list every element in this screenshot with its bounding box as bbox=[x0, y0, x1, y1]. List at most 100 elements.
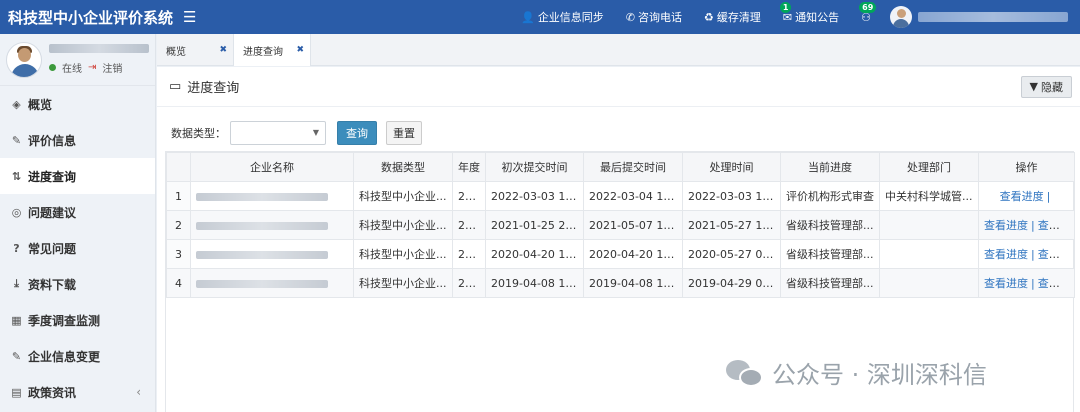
avatar[interactable] bbox=[890, 6, 912, 28]
query-button[interactable]: 查询 bbox=[337, 121, 377, 145]
filter-icon: ▼ bbox=[1029, 80, 1038, 93]
table-row[interactable]: 3 科技型中小企业... 20... 2020-04-20 15:... 202… bbox=[166, 239, 1075, 269]
cell-year: 20... bbox=[452, 181, 486, 211]
page-title: 进度查询 bbox=[187, 81, 240, 96]
top-nav: 👤 企业信息同步 ✆ 咨询电话 ♻ 缓存清理 1 ✉ 通知公告 69 ⚇ bbox=[510, 0, 1080, 34]
col-header[interactable]: 企业名称 bbox=[190, 152, 354, 182]
sidebar-item-faq[interactable]: ? 常见问题 bbox=[0, 230, 155, 266]
recycle-icon: ♻ bbox=[704, 10, 714, 24]
cell-dept bbox=[879, 210, 979, 240]
sync-company-info-link[interactable]: 👤 企业信息同步 bbox=[510, 0, 615, 34]
view-link[interactable]: 查看... bbox=[1038, 219, 1071, 232]
tab-progress-query[interactable]: 进度查询 ✖ bbox=[234, 34, 311, 66]
cell-first-submit: 2020-04-20 15:... bbox=[485, 239, 584, 269]
hide-button-label: 隐藏 bbox=[1041, 80, 1063, 94]
online-status: 在线 bbox=[62, 64, 82, 75]
news-icon: ▤ bbox=[11, 385, 22, 399]
cell-last-submit: 2019-04-08 11:... bbox=[583, 268, 683, 298]
page-header: ▭ 进度查询 ▼ 隐藏 bbox=[157, 67, 1080, 107]
cell-handle-time: 2022-03-03 17:... bbox=[682, 181, 781, 211]
avatar bbox=[6, 41, 42, 78]
cell-handle-time: 2021-05-27 16:... bbox=[682, 210, 781, 240]
user-name-redacted bbox=[49, 44, 149, 53]
table-row[interactable]: 4 科技型中小企业... 20... 2019-04-08 11:... 201… bbox=[166, 268, 1075, 298]
cell-progress: 评价机构形式审查 bbox=[780, 181, 880, 211]
logout-icon[interactable]: ⇥ bbox=[88, 62, 96, 73]
sidebar-item-suggestions[interactable]: ◎ 问题建议 bbox=[0, 194, 155, 230]
cell-data-type: 科技型中小企业... bbox=[353, 268, 453, 298]
list-icon: ▭ bbox=[169, 79, 182, 94]
cell-first-submit: 2021-01-25 21:... bbox=[485, 210, 584, 240]
menu-toggle-icon[interactable]: ☰ bbox=[183, 8, 196, 26]
company-name-redacted bbox=[190, 239, 354, 269]
table-icon: ▦ bbox=[11, 313, 22, 327]
consult-phone-link[interactable]: ✆ 咨询电话 bbox=[615, 0, 693, 34]
sidebar-item-label: 概览 bbox=[28, 97, 53, 112]
col-header[interactable]: 处理部门 bbox=[879, 152, 979, 182]
tab-overview[interactable]: 概览 ✖ bbox=[157, 34, 234, 66]
company-name-redacted bbox=[190, 268, 354, 298]
cell-dept: 中关村科学城管... bbox=[879, 181, 979, 211]
progress-table: 企业名称 数据类型 年度 初次提交时间 最后提交时间 处理时间 当前进度 处理部… bbox=[165, 151, 1075, 412]
sidebar-item-company-info-change[interactable]: ✎ 企业信息变更 bbox=[0, 338, 155, 374]
reset-button[interactable]: 重置 bbox=[386, 121, 422, 145]
sidebar-item-label: 政策资讯 bbox=[28, 385, 77, 400]
sidebar-item-label: 季度调查监测 bbox=[28, 313, 101, 328]
col-header[interactable]: 当前进度 bbox=[780, 152, 880, 182]
company-name-redacted bbox=[190, 210, 354, 240]
col-header[interactable]: 数据类型 bbox=[353, 152, 453, 182]
sidebar-item-label: 常见问题 bbox=[28, 241, 77, 256]
tab-label: 进度查询 bbox=[243, 46, 283, 58]
top-bar: 科技型中小企业评价系统 ☰ 👤 企业信息同步 ✆ 咨询电话 ♻ 缓存清理 1 ✉… bbox=[0, 0, 1080, 34]
col-header bbox=[166, 152, 191, 182]
cell-last-submit: 2022-03-04 13:... bbox=[583, 181, 683, 211]
sidebar-item-quarterly-survey[interactable]: ▦ 季度调查监测 bbox=[0, 302, 155, 338]
cell-last-submit: 2020-04-20 15:... bbox=[583, 239, 683, 269]
cell-handle-time: 2020-05-27 09:... bbox=[682, 239, 781, 269]
cell-actions: 查看进度 | bbox=[978, 181, 1075, 211]
question-icon: ? bbox=[13, 241, 20, 255]
col-header[interactable]: 最后提交时间 bbox=[583, 152, 683, 182]
sidebar-item-overview[interactable]: ◈ 概览 bbox=[0, 86, 155, 122]
col-header[interactable]: 初次提交时间 bbox=[485, 152, 584, 182]
sidebar-item-policy-news[interactable]: ▤ 政策资讯 ‹ bbox=[0, 374, 155, 410]
hide-button[interactable]: ▼ 隐藏 bbox=[1020, 75, 1072, 98]
view-progress-link[interactable]: 查看进度 bbox=[984, 219, 1028, 232]
table-row[interactable]: 2 科技型中小企业... 20... 2021-01-25 21:... 202… bbox=[166, 210, 1075, 240]
edit-icon: ✎ bbox=[11, 133, 22, 147]
notice-link[interactable]: 1 ✉ 通知公告 bbox=[772, 0, 850, 34]
top-item-label: 缓存清理 bbox=[716, 11, 761, 24]
user-account-redacted[interactable] bbox=[918, 12, 1068, 22]
col-header[interactable]: 年度 bbox=[452, 152, 486, 182]
row-index: 2 bbox=[166, 210, 191, 240]
logout-link[interactable]: 注销 bbox=[102, 60, 122, 75]
view-progress-link[interactable]: 查看进度 bbox=[1000, 190, 1044, 203]
clear-cache-link[interactable]: ♻ 缓存清理 bbox=[693, 0, 772, 34]
close-icon[interactable]: ✖ bbox=[219, 45, 227, 55]
user-info: 在线 ⇥ 注销 bbox=[49, 44, 149, 75]
users-badge: 69 bbox=[859, 2, 877, 13]
view-link[interactable]: 查看... bbox=[1038, 277, 1071, 290]
view-link[interactable]: 查看... bbox=[1038, 248, 1071, 261]
sidebar-item-progress-query[interactable]: ⇅ 进度查询 bbox=[0, 158, 155, 194]
view-progress-link[interactable]: 查看进度 bbox=[984, 248, 1028, 261]
close-icon[interactable]: ✖ bbox=[296, 45, 304, 55]
cell-actions: 查看进度 | 查看... bbox=[978, 239, 1075, 269]
data-type-select[interactable]: ▼ bbox=[230, 121, 326, 145]
cell-first-submit: 2019-04-08 11:... bbox=[485, 268, 584, 298]
user-panel: 在线 ⇥ 注销 bbox=[0, 34, 155, 86]
users-link[interactable]: 69 ⚇ bbox=[850, 0, 882, 34]
table-row[interactable]: 1 科技型中小企业... 20... 2022-03-03 17:... 202… bbox=[166, 181, 1075, 211]
cell-data-type: 科技型中小企业... bbox=[353, 239, 453, 269]
sidebar-menu: ◈ 概览 ✎ 评价信息 ⇅ 进度查询 ◎ 问题建议 ? 常见问题 ⤓ 资料下载 … bbox=[0, 86, 155, 410]
sort-icon: ⇅ bbox=[11, 169, 22, 183]
cell-actions: 查看进度 | 查看... bbox=[978, 210, 1075, 240]
col-header[interactable]: 处理时间 bbox=[682, 152, 781, 182]
sidebar: 在线 ⇥ 注销 ◈ 概览 ✎ 评价信息 ⇅ 进度查询 ◎ 问题建议 ? 常见问题… bbox=[0, 34, 156, 412]
cell-year: 20... bbox=[452, 239, 486, 269]
cell-dept bbox=[879, 239, 979, 269]
view-progress-link[interactable]: 查看进度 bbox=[984, 277, 1028, 290]
sidebar-item-label: 进度查询 bbox=[28, 169, 77, 184]
sidebar-item-evaluation-info[interactable]: ✎ 评价信息 bbox=[0, 122, 155, 158]
sidebar-item-downloads[interactable]: ⤓ 资料下载 bbox=[0, 266, 155, 302]
